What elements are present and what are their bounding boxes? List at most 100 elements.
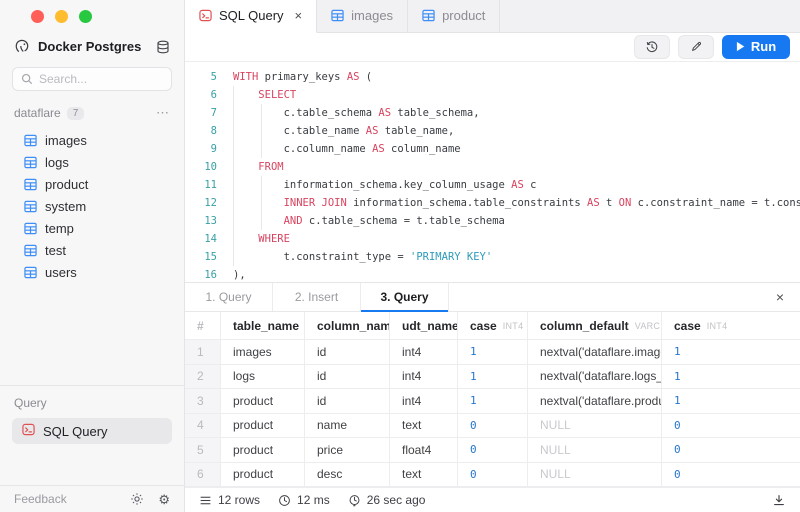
column-header-table_name[interactable]: table_name... [221,312,305,339]
table-item-label: system [45,199,86,214]
table-item-label: temp [45,221,74,236]
minimize-window-button[interactable] [55,10,68,23]
close-results-button[interactable]: × [760,283,800,311]
table-row[interactable]: 5productpricefloat40NULL0 [185,438,800,463]
table-cell: 0 [458,414,528,438]
column-header-index[interactable]: # [185,312,221,339]
sidebar-item-product[interactable]: product [0,173,184,195]
window-controls [0,0,184,28]
table-cell: NULL [528,463,662,487]
theme-toggle-icon[interactable] [130,492,144,506]
results-tab-3[interactable]: 3. Query [361,283,449,311]
feedback-bar: Feedback ⚙ [0,485,184,512]
table-cell: id [305,389,390,413]
code-line: 5WITH primary_keys AS ( [185,68,800,86]
column-header-case[interactable]: caseINT4 [662,312,800,339]
results-tab-1[interactable]: 1. Query [185,283,273,311]
line-number: 14 [185,230,217,248]
row-index-cell: 1 [185,340,221,364]
history-button[interactable] [634,35,670,59]
sidebar-spacer [0,283,184,385]
format-button[interactable] [678,35,714,59]
run-button[interactable]: Run [722,35,790,59]
table-cell: images [221,340,305,364]
row-index-cell: 5 [185,438,221,462]
table-cell: 1 [458,365,528,389]
run-button-label: Run [751,39,776,54]
sidebar-item-images[interactable]: images [0,129,184,151]
column-header-udt_name[interactable]: udt_name... [390,312,458,339]
results-panel: 1. Query2. Insert3. Query × #table_name..… [185,282,800,512]
sidebar-item-test[interactable]: test [0,239,184,261]
sidebar-item-system[interactable]: system [0,195,184,217]
close-window-button[interactable] [31,10,44,23]
code-line: 15 t.constraint_type = 'PRIMARY KEY' [185,248,800,266]
code-line: 13 AND c.table_schema = t.table_schema [185,212,800,230]
editor-tab-bar: SQL Query× images product [185,0,800,33]
table-item-label: test [45,243,66,258]
results-header-row: #table_name...column_name...udt_name...c… [185,312,800,340]
line-number: 13 [185,212,217,230]
search-field[interactable] [39,72,163,86]
sql-query-icon [22,423,35,436]
close-tab-icon[interactable]: × [295,8,303,23]
table-cell: nextval('dataflare.product_id_... [528,389,662,413]
code-line: 14 WHERE [185,230,800,248]
settings-gear-icon[interactable]: ⚙ [158,493,170,506]
table-item-label: users [45,265,77,280]
table-item-label: product [45,177,88,192]
feedback-link[interactable]: Feedback [14,492,116,506]
table-row[interactable]: 1imagesidint41nextval('dataflare.images_… [185,340,800,365]
sql-query-icon-slot [22,423,35,439]
row-index-cell: 4 [185,414,221,438]
table-row[interactable]: 2logsidint41nextval('dataflare.logs_id_s… [185,365,800,390]
results-status-bar: 12 rows 12 ms 26 sec ago [185,487,800,512]
tab-product[interactable]: product [408,0,500,32]
tab-images[interactable]: images [317,0,408,32]
results-tab-bar: 1. Query2. Insert3. Query × [185,283,800,312]
table-cell: logs [221,365,305,389]
results-table: #table_name...column_name...udt_name...c… [185,312,800,487]
table-icon [422,9,435,22]
column-header-column_name[interactable]: column_name... [305,312,390,339]
sql-editor[interactable]: 5WITH primary_keys AS (6 SELECT7 c.table… [185,62,800,282]
sidebar-item-users[interactable]: users [0,261,184,283]
table-icon [24,134,37,147]
table-cell: nextval('dataflare.logs_id_seq'... [528,365,662,389]
table-icon [24,244,37,257]
line-number: 9 [185,140,217,158]
table-row[interactable]: 6productdesctext0NULL0 [185,463,800,488]
table-cell: product [221,438,305,462]
code-line: 10 FROM [185,158,800,176]
code-line: 9 c.column_name AS column_name [185,140,800,158]
results-tab-2[interactable]: 2. Insert [273,283,361,311]
search-input[interactable] [12,67,172,91]
sidebar-item-sql-query[interactable]: SQL Query [12,418,172,444]
table-cell: 1 [458,389,528,413]
tables-list: imageslogs product system temp test users [0,125,184,283]
table-cell: 1 [662,389,800,413]
table-cell: float4 [390,438,458,462]
sidebar-item-logs[interactable]: logs [0,151,184,173]
table-icon [24,156,37,169]
export-download-button[interactable] [772,493,786,507]
query-section-label: Query [12,396,172,418]
table-row[interactable]: 4productnametext0NULL0 [185,414,800,439]
database-icon[interactable] [156,40,170,54]
table-row[interactable]: 3productidint41nextval('dataflare.produc… [185,389,800,414]
sidebar-item-temp[interactable]: temp [0,217,184,239]
column-header-case[interactable]: caseINT4 [458,312,528,339]
indent-guide [233,86,234,266]
line-number: 7 [185,104,217,122]
schema-name: dataflare [14,106,61,120]
table-cell: desc [305,463,390,487]
rows-list-icon [199,494,212,507]
table-cell: 0 [458,463,528,487]
table-icon [24,178,37,191]
tab-label: images [351,8,393,23]
row-count-status: 12 rows [199,493,260,507]
fullscreen-window-button[interactable] [79,10,92,23]
column-header-column_default[interactable]: column_defaultVARCHAR [528,312,662,339]
schema-more-button[interactable]: ⋯ [156,105,170,121]
tab-sql-query[interactable]: SQL Query× [185,0,317,33]
